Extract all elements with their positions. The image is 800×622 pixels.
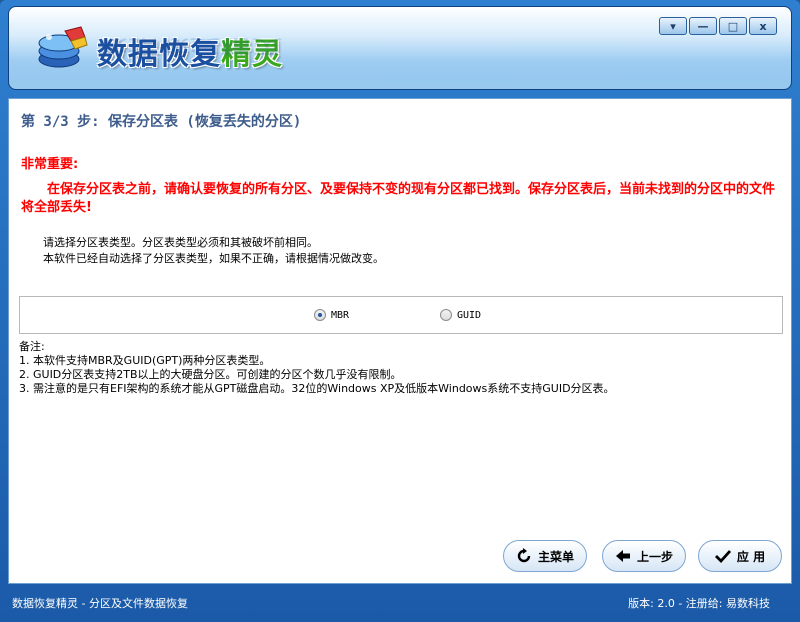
radio-mbr-label: MBR [331, 309, 350, 321]
apply-button[interactable]: 应 用 [698, 540, 782, 572]
app-title-reflection: 数据恢复精灵 [97, 35, 283, 57]
main-menu-label: 主菜单 [537, 549, 574, 564]
prompt-line-2: 本软件已经自动选择了分区表类型，如果不正确，请根据情况做改变。 [43, 252, 384, 265]
note-item: 2. GUID分区表支持2TB以上的大硬盘分区。可创建的分区个数几乎没有限制。 [19, 368, 402, 381]
app-window: 数据恢复精灵 数据恢复精灵 ▾ — □ x 第 3/3 步: 保存分区表 (恢复… [0, 0, 800, 622]
main-menu-button[interactable]: 主菜单 [503, 540, 587, 572]
back-button[interactable]: 上一步 [602, 540, 686, 572]
radio-guid-label: GUID [457, 309, 482, 321]
content-panel: 第 3/3 步: 保存分区表 (恢复丢失的分区) 非常重要: 在保存分区表之前，… [8, 98, 792, 584]
notes-header: 备注: [19, 340, 45, 353]
maximize-button[interactable]: □ [719, 17, 747, 35]
partition-type-prompt: 请选择分区表类型。分区表类型必须和其被破坏前相同。 本软件已经自动选择了分区表类… [43, 235, 384, 267]
radio-mbr-indicator[interactable] [314, 309, 326, 321]
warning-label: 非常重要: [21, 157, 79, 172]
minimize-button[interactable]: — [689, 17, 717, 35]
window-controls: ▾ — □ x [659, 17, 777, 35]
checkmark-icon [714, 548, 731, 564]
radio-guid-indicator[interactable] [440, 309, 452, 321]
dropdown-button[interactable]: ▾ [659, 17, 687, 35]
step-title: 第 3/3 步: 保存分区表 (恢复丢失的分区) [21, 114, 302, 130]
warning-message: 在保存分区表之前，请确认要恢复的所有分区、及要保持不变的现有分区都已找到。保存分… [21, 182, 776, 215]
note-item: 1. 本软件支持MBR及GUID(GPT)两种分区表类型。 [19, 354, 271, 367]
apply-label: 应 用 [736, 549, 766, 564]
close-button[interactable]: x [749, 17, 777, 35]
status-bar: 数据恢复精灵 - 分区及文件数据恢复 版本: 2.0 - 注册给: 易数科技 [0, 588, 800, 614]
arrow-left-icon [615, 548, 631, 564]
title-bar[interactable]: 数据恢复精灵 数据恢复精灵 ▾ — □ x [8, 6, 792, 90]
radio-guid[interactable]: GUID [440, 309, 481, 321]
prompt-line-1: 请选择分区表类型。分区表类型必须和其被破坏前相同。 [43, 236, 318, 249]
status-version: 版本: 2.0 - 注册给: 易数科技 [628, 597, 770, 610]
status-app-name: 数据恢复精灵 - 分区及文件数据恢复 [12, 597, 188, 610]
notes: 备注: 1. 本软件支持MBR及GUID(GPT)两种分区表类型。 2. GUI… [19, 340, 615, 396]
radio-mbr[interactable]: MBR [314, 309, 349, 321]
refresh-icon [516, 548, 532, 564]
back-label: 上一步 [636, 549, 673, 564]
app-logo-icon [38, 26, 88, 68]
partition-type-group: MBR GUID [19, 296, 783, 334]
note-item: 3. 需注意的是只有EFI架构的系统才能从GPT磁盘启动。32位的Windows… [19, 382, 615, 395]
